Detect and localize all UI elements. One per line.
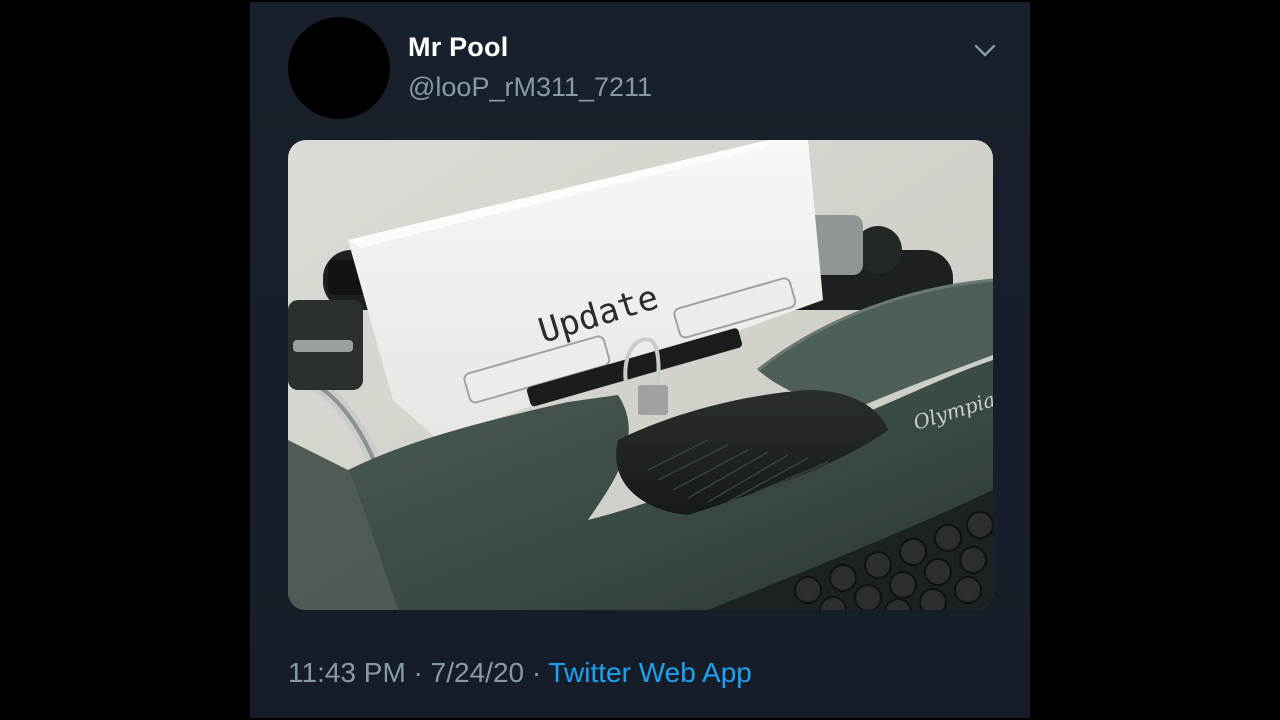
chevron-down-icon[interactable]: [972, 38, 998, 64]
meta-separator: ·: [405, 657, 431, 688]
display-name[interactable]: Mr Pool: [408, 32, 508, 63]
tweet-source-link[interactable]: Twitter Web App: [548, 657, 751, 688]
user-handle[interactable]: @looP_rM311_7211: [408, 72, 652, 103]
avatar[interactable]: [288, 17, 390, 119]
tweet-time[interactable]: 11:43 PM: [288, 657, 406, 688]
tweet-image[interactable]: Update Olympia: [288, 140, 993, 610]
meta-separator: ·: [524, 657, 549, 688]
tweet-meta: 11:43 PM · 7/24/20 · Twitter Web App: [288, 657, 752, 689]
tweet-date[interactable]: 7/24/20: [431, 657, 524, 688]
screenshot-stage: Mr Pool @looP_rM311_7211 Update Olympia …: [0, 0, 1280, 720]
tweet-card: Mr Pool @looP_rM311_7211 Update Olympia …: [250, 2, 1030, 718]
